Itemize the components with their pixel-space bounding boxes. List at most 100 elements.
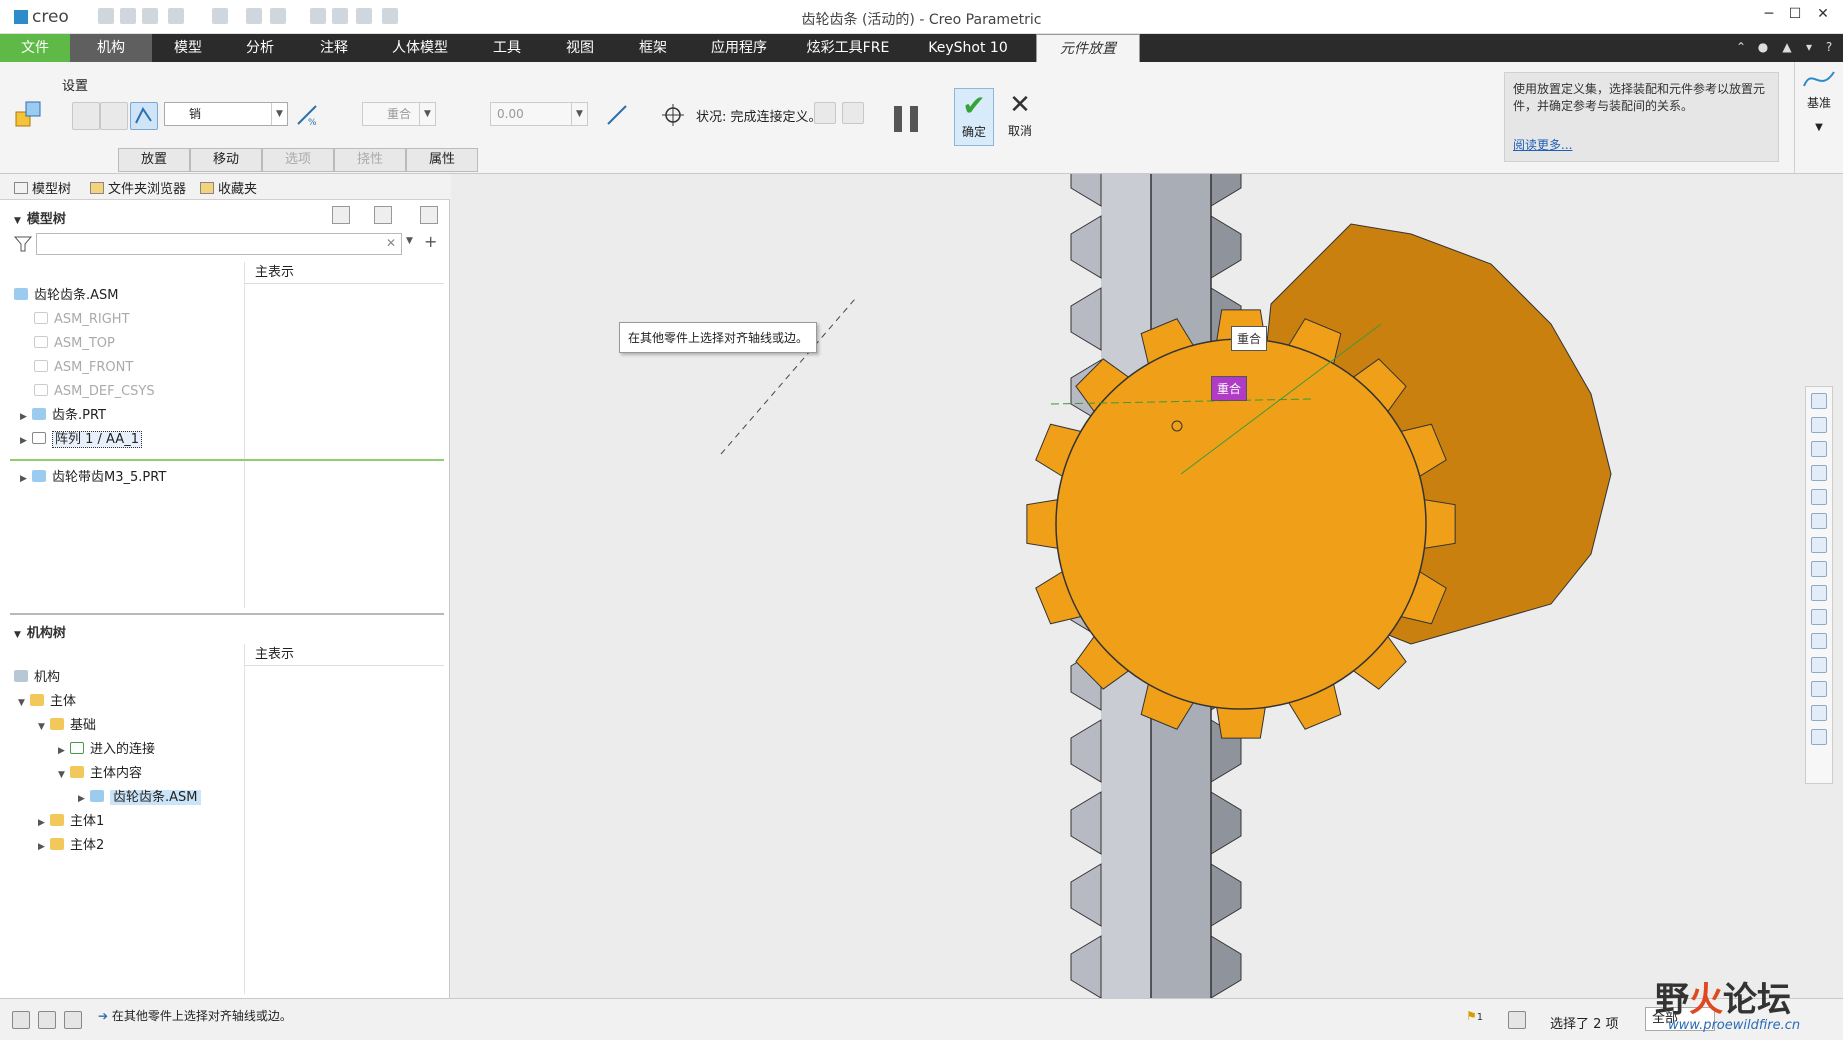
display-style-icon[interactable]: [1811, 513, 1827, 529]
mech-item-body-content[interactable]: ▼ 主体内容: [58, 764, 142, 784]
ok-button[interactable]: ✔ 确定: [954, 88, 994, 146]
flag-icon[interactable]: ⚑1: [1466, 1009, 1483, 1023]
collapse-icon[interactable]: ▼: [58, 765, 70, 785]
subtab-move[interactable]: 移动: [190, 148, 262, 172]
fullscreen-icon[interactable]: [64, 1011, 82, 1029]
flip-icon[interactable]: %: [294, 102, 322, 130]
plane-display-icon[interactable]: [1811, 609, 1827, 625]
tab-component-placement[interactable]: 元件放置: [1036, 34, 1140, 62]
tab-manikin[interactable]: 人体模型: [372, 34, 468, 62]
settings-tools-icon[interactable]: [332, 206, 350, 224]
view-manager-icon[interactable]: [1811, 489, 1827, 505]
collapse-icon[interactable]: ▼: [18, 693, 30, 713]
mech-item-body2[interactable]: ▶ 主体2: [38, 836, 104, 856]
user-icon[interactable]: ●: [1756, 40, 1770, 54]
tree-item-gear-part[interactable]: ▶ 齿轮带齿M3_5.PRT: [20, 468, 166, 488]
tab-view[interactable]: 视图: [546, 34, 614, 62]
move-icon[interactable]: [660, 102, 688, 130]
tab-favorites[interactable]: 收藏夹: [200, 178, 257, 197]
dropdown-icon[interactable]: ▾: [1802, 40, 1816, 54]
expand-icon[interactable]: ▶: [38, 813, 50, 833]
assembly-window-icon[interactable]: [842, 102, 864, 124]
tab-model-tree[interactable]: 模型树: [14, 178, 71, 197]
expand-icon[interactable]: ▶: [58, 741, 70, 761]
tree-item-asm-front[interactable]: ASM_FRONT: [34, 358, 133, 378]
zoom-out-icon[interactable]: [1811, 441, 1827, 457]
show-icon[interactable]: [374, 206, 392, 224]
datum-group[interactable]: 基准 ▼: [1794, 62, 1843, 174]
expand-icon[interactable]: ▶: [20, 431, 32, 451]
offset-value-input[interactable]: 0.00 ▼: [490, 102, 588, 126]
axis-display-icon[interactable]: [1811, 633, 1827, 649]
minimize-button[interactable]: ─: [1758, 6, 1780, 26]
help-icon[interactable]: ?: [1822, 40, 1836, 54]
flip-offset-icon[interactable]: [604, 102, 632, 130]
tab-annotate[interactable]: 注释: [296, 34, 372, 62]
tab-fre-tools[interactable]: 炫彩工具FRE: [786, 34, 910, 62]
predefined-icon[interactable]: [100, 102, 128, 130]
mech-item-ground[interactable]: ▼ 基础: [38, 716, 96, 736]
subtab-placement[interactable]: 放置: [118, 148, 190, 172]
refit-icon[interactable]: [1811, 393, 1827, 409]
tree-search-input[interactable]: ✕: [36, 233, 402, 255]
point-display-icon[interactable]: [1811, 657, 1827, 673]
expand-icon[interactable]: ▶: [38, 837, 50, 857]
constraint-tag-active[interactable]: 重合: [1211, 376, 1248, 401]
spin-center-icon[interactable]: [1811, 585, 1827, 601]
tab-applications[interactable]: 应用程序: [692, 34, 786, 62]
constraint-type-select[interactable]: 重合 ▼: [362, 102, 436, 126]
tree-item-rack-part[interactable]: ▶ 齿条.PRT: [20, 406, 106, 426]
tree-toggle-icon[interactable]: [12, 1011, 30, 1029]
mech-item-assembly[interactable]: ▶ 齿轮齿条.ASM: [78, 788, 201, 808]
mechanism-display-icon[interactable]: [1811, 729, 1827, 745]
tree-item-assembly[interactable]: 齿轮齿条.ASM: [14, 286, 119, 306]
find-icon[interactable]: [1508, 1011, 1526, 1029]
tab-keyshot[interactable]: KeyShot 10: [910, 34, 1026, 62]
tab-analysis[interactable]: 分析: [224, 34, 296, 62]
collapse-ribbon-icon[interactable]: ⌃: [1734, 40, 1748, 54]
constraint-tag[interactable]: 重合: [1231, 326, 1268, 351]
graphics-viewport[interactable]: 在其他零件上选择对齐轴线或边。 重合 重合: [451, 174, 1843, 998]
tab-framework[interactable]: 框架: [614, 34, 692, 62]
read-more-link[interactable]: 阅读更多...: [1513, 137, 1572, 154]
close-button[interactable]: ✕: [1812, 6, 1834, 26]
saved-orientations-icon[interactable]: [1811, 537, 1827, 553]
repaint-icon[interactable]: [1811, 465, 1827, 481]
subtab-options[interactable]: 选项: [262, 148, 334, 172]
subtab-properties[interactable]: 属性: [406, 148, 478, 172]
mech-item-body1[interactable]: ▶ 主体1: [38, 812, 104, 832]
tree-item-pattern[interactable]: ▶ 阵列 1 / AA_1: [20, 430, 142, 450]
browser-icon[interactable]: [38, 1011, 56, 1029]
mech-tree-header[interactable]: ▼ 机构树: [14, 622, 66, 641]
tab-model[interactable]: 模型: [152, 34, 224, 62]
connection-icon[interactable]: [130, 102, 158, 130]
chevron-down-icon[interactable]: ▼: [406, 236, 413, 246]
separate-window-icon[interactable]: [814, 102, 836, 124]
tab-folder-browser[interactable]: 文件夹浏览器: [90, 178, 186, 197]
csys-display-icon[interactable]: [1811, 681, 1827, 697]
subtab-flexibility[interactable]: 挠性: [334, 148, 406, 172]
expand-icon[interactable]: ▶: [78, 789, 90, 809]
connection-display-icon[interactable]: [1811, 705, 1827, 721]
mech-item-mechanism[interactable]: 机构: [14, 668, 60, 688]
model-tree-header[interactable]: ▼ 模型树: [14, 208, 66, 227]
zoom-in-icon[interactable]: [1811, 417, 1827, 433]
mech-item-bodies[interactable]: ▼ 主体: [18, 692, 76, 712]
maximize-button[interactable]: ☐: [1784, 6, 1806, 26]
clear-icon[interactable]: ✕: [386, 236, 396, 250]
expand-icon[interactable]: ▶: [20, 469, 32, 489]
tab-mechanism[interactable]: 机构: [70, 34, 152, 62]
collapse-icon[interactable]: ▼: [38, 717, 50, 737]
annotation-display-icon[interactable]: [1811, 561, 1827, 577]
mech-item-incoming-connections[interactable]: ▶ 进入的连接: [58, 740, 155, 760]
add-icon[interactable]: +: [424, 232, 437, 251]
connection-type-select[interactable]: 销 ▼: [164, 102, 288, 126]
expand-icon[interactable]: ▶: [20, 407, 32, 427]
cancel-button[interactable]: ✕ 取消: [1000, 88, 1040, 146]
tab-file[interactable]: 文件: [0, 34, 70, 62]
tree-item-asm-top[interactable]: ASM_TOP: [34, 334, 115, 354]
learning-icon[interactable]: ▲: [1780, 40, 1794, 54]
selection-count[interactable]: 选择了 2 项: [1550, 1013, 1619, 1032]
user-defined-icon[interactable]: [72, 102, 100, 130]
tab-tools[interactable]: 工具: [468, 34, 546, 62]
